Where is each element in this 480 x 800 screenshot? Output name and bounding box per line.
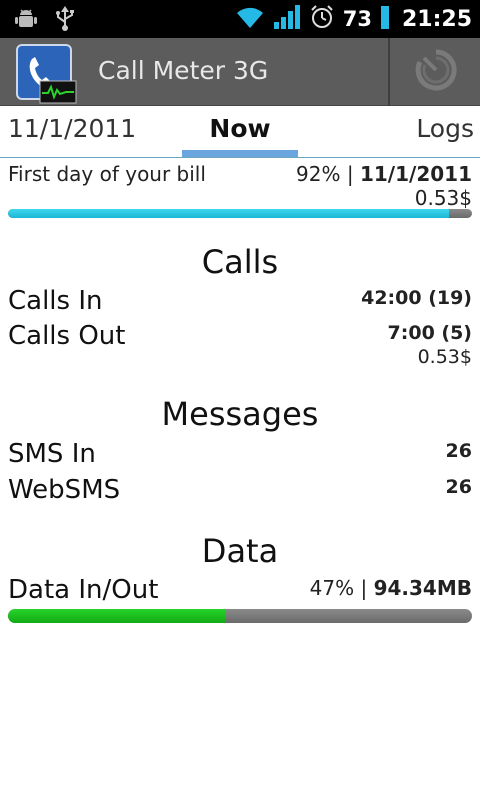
calls-out-label: Calls Out (8, 321, 126, 351)
data-in-out-label: Data In/Out (8, 575, 159, 605)
tab-indicator (182, 150, 298, 157)
refresh-button[interactable] (392, 38, 480, 106)
tab-now[interactable]: Now (182, 114, 298, 143)
calls-in-label: Calls In (8, 286, 103, 316)
messages-section-title: Messages (161, 395, 319, 433)
status-bar: 73 21:25 (0, 0, 480, 38)
websms-label: WebSMS (8, 475, 121, 505)
title-bar: Call Meter 3G (0, 38, 480, 106)
data-progress-bar (8, 609, 472, 623)
tab-previous[interactable]: 11/1/2011 (8, 114, 136, 143)
data-summary: 47% | 94.34MB (310, 576, 472, 600)
alarm-icon (309, 4, 335, 34)
bill-progress-fill (8, 209, 449, 218)
bill-period-summary: 92% | 11/1/2011 (296, 162, 472, 186)
bill-percent: 92% (296, 162, 341, 186)
sms-in-label: SMS In (8, 439, 96, 469)
bill-cost: 0.53$ (414, 186, 472, 210)
app-title: Call Meter 3G (98, 56, 269, 85)
calls-in-value: 42:00 (19) (361, 287, 472, 309)
data-amount: 94.34MB (373, 576, 472, 600)
data-separator: | (360, 576, 368, 600)
calls-out-cost: 0.53$ (417, 346, 472, 368)
calls-out-value: 7:00 (5) (387, 322, 472, 344)
bill-progress-bar (8, 209, 472, 218)
clock: 21:25 (401, 6, 472, 32)
data-percent: 47% (309, 576, 355, 600)
android-debug-icon (14, 7, 38, 35)
signal-icon (273, 4, 301, 34)
usb-icon (54, 6, 76, 36)
bill-date: 11/1/2011 (359, 162, 472, 186)
wifi-icon (235, 4, 265, 34)
battery-icon (380, 4, 390, 34)
sms-in-value: 26 (445, 440, 472, 462)
bill-separator: | (346, 162, 354, 186)
refresh-icon (414, 48, 458, 96)
tab-logs[interactable]: Logs (416, 114, 474, 143)
tab-bar: 11/1/2011 Now Logs (0, 106, 480, 158)
data-section-title: Data (201, 532, 279, 570)
websms-value: 26 (445, 476, 472, 498)
data-progress-fill (8, 609, 227, 623)
battery-level: 73 (342, 7, 372, 31)
title-divider (388, 38, 390, 106)
bill-period-label: First day of your bill (8, 162, 206, 186)
app-phone-icon (16, 43, 77, 104)
calls-section-title: Calls (201, 243, 279, 281)
